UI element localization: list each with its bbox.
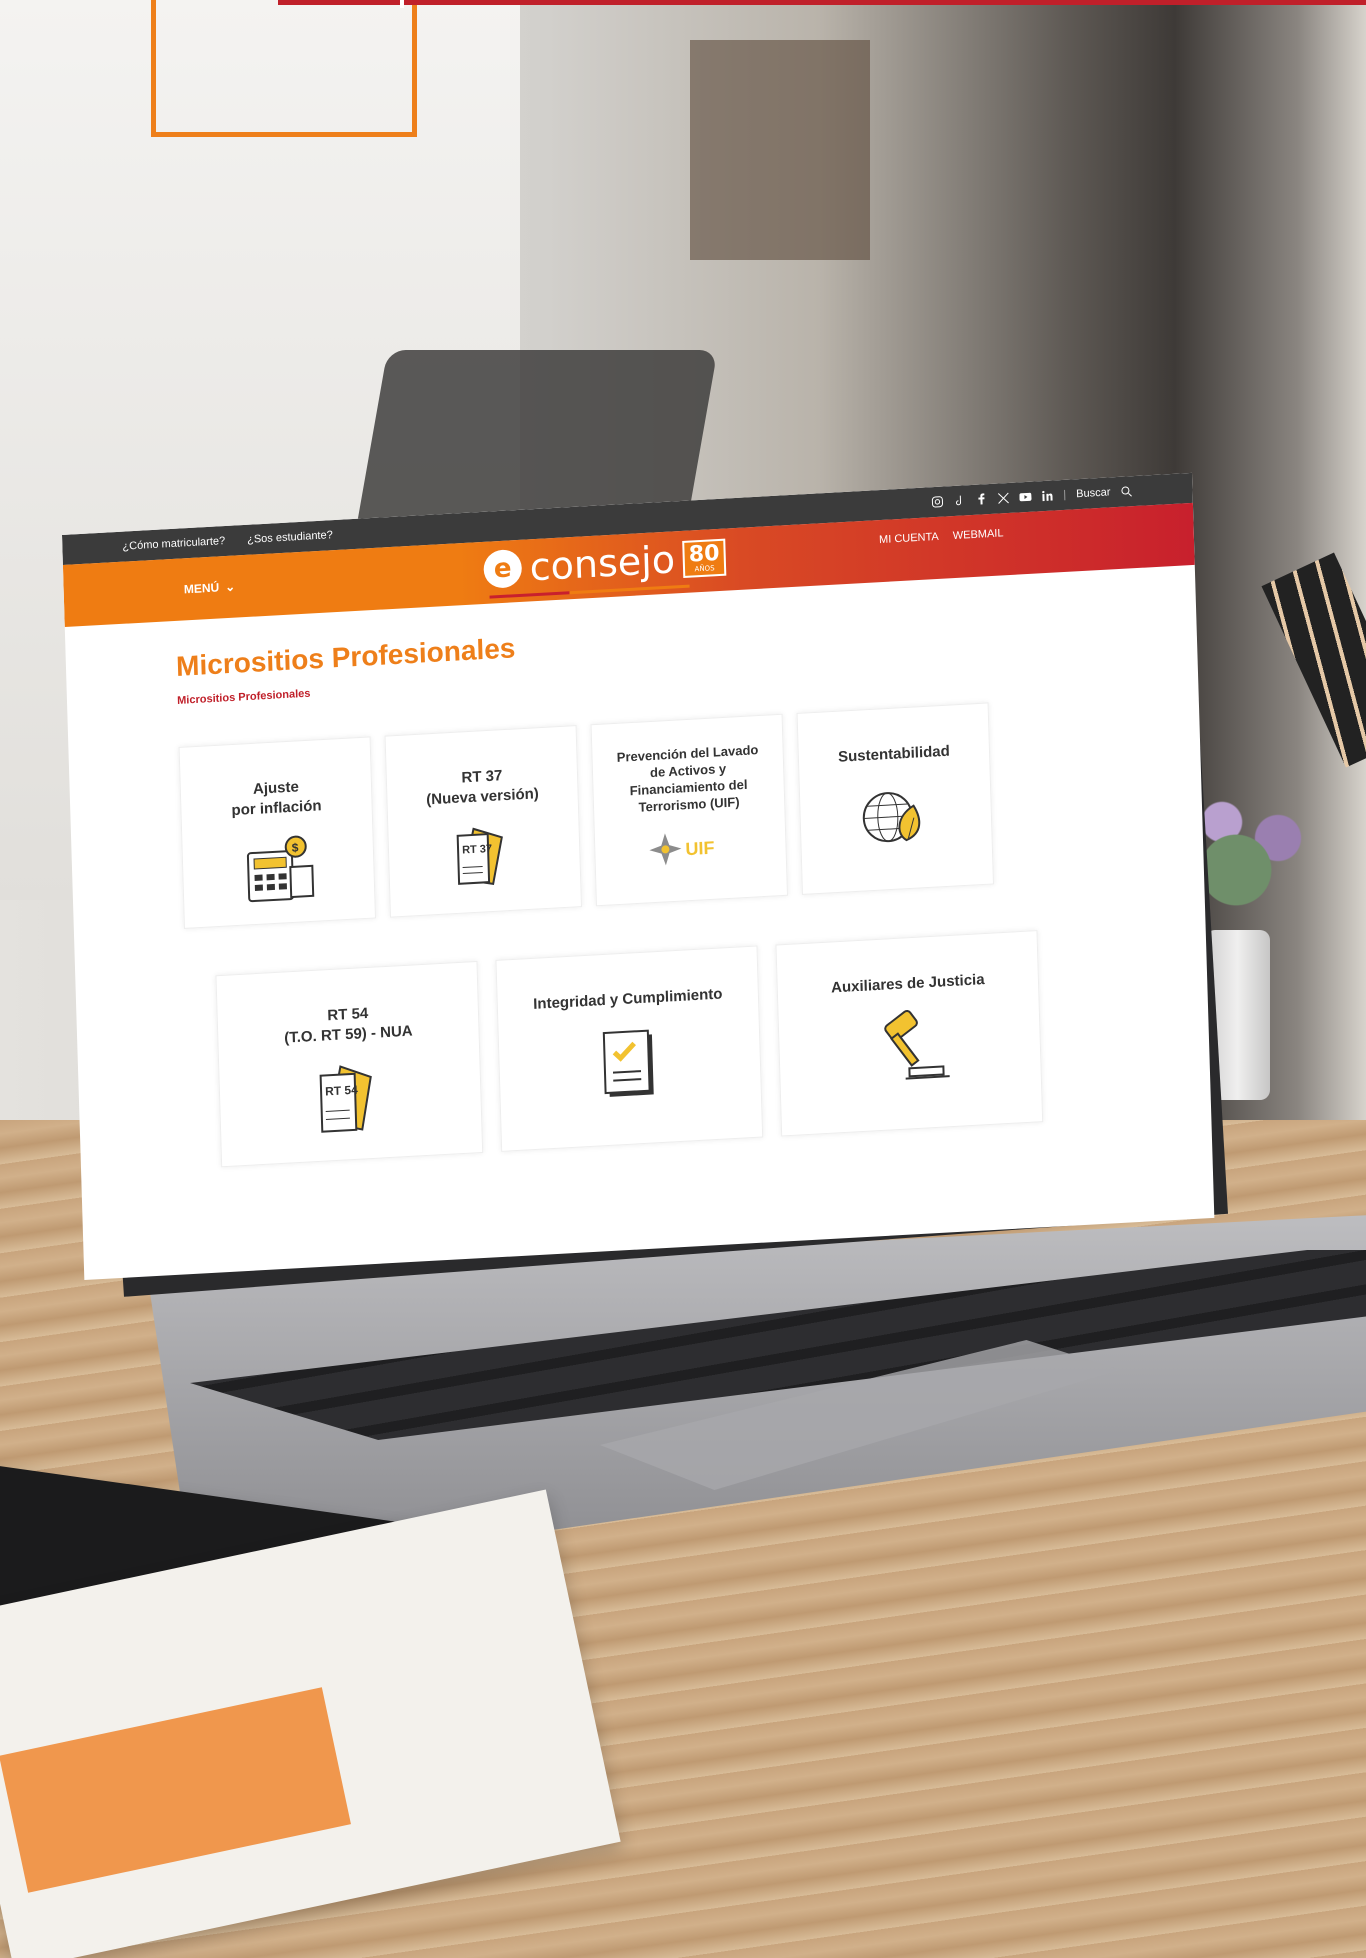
facebook-icon[interactable] <box>975 493 987 506</box>
topbar-link-estudiante[interactable]: ¿Sos estudiante? <box>247 529 333 546</box>
card-uif[interactable]: Prevención del Lavado de Activos y Finan… <box>590 713 788 907</box>
webmail-link[interactable]: WEBMAIL <box>953 527 1004 542</box>
card-label: Auxiliares de Justicia <box>831 970 985 998</box>
card-label-line: Auxiliares de Justicia <box>830 971 985 997</box>
topbar-divider: | <box>1063 488 1067 501</box>
card-label: RT 37 (Nueva versión) <box>425 764 539 809</box>
icon-text: RT 54 <box>325 1083 358 1099</box>
card-sustentabilidad[interactable]: Sustentabilidad <box>796 702 994 895</box>
x-icon[interactable] <box>997 492 1009 505</box>
linkedin-icon[interactable] <box>1041 490 1053 503</box>
card-label-line: Sustentabilidad <box>837 742 951 766</box>
consejo-mark-icon: e <box>483 548 523 589</box>
menu-button[interactable]: MENÚ ⌄ <box>184 580 236 597</box>
svg-text:$: $ <box>292 841 299 855</box>
card-label: Prevención del Lavado de Activos y Finan… <box>617 742 761 817</box>
orange-accent-box <box>151 0 417 137</box>
logo-text: consejo <box>529 537 676 590</box>
card-label: RT 54 (T.O. RT 59) - NUA <box>283 1002 413 1048</box>
notebook-rt37-icon: RT 37 <box>456 827 503 886</box>
menu-label: MENÚ <box>183 580 220 597</box>
instagram-icon[interactable] <box>931 496 943 509</box>
chevron-down-icon: ⌄ <box>224 579 236 595</box>
notebook-rt54-icon: RT 54 <box>319 1065 372 1133</box>
youtube-icon[interactable] <box>1019 491 1032 504</box>
site-logo[interactable]: e consejo 80 AÑOS <box>483 535 727 592</box>
card-rt54[interactable]: RT 54 (T.O. RT 59) - NUA RT 54 <box>215 960 484 1168</box>
topbar-link-matricular[interactable]: ¿Cómo matricularte? <box>122 535 225 553</box>
anniversary-badge: 80 AÑOS <box>682 538 727 578</box>
gavel-icon <box>884 1009 950 1080</box>
checklist-icon <box>602 1029 654 1097</box>
uif-star-icon: UIF <box>649 832 715 865</box>
topbar-right: | Buscar <box>931 485 1132 508</box>
page-content: Micrositios Profesionales Micrositios Pr… <box>65 565 1211 1175</box>
card-label: Ajuste por inflación <box>231 776 322 820</box>
account-links: MI CUENTA WEBMAIL <box>879 527 1004 546</box>
globe-leaf-icon <box>862 791 921 842</box>
search-label[interactable]: Buscar <box>1076 486 1111 500</box>
card-ajuste-inflacion[interactable]: Ajuste por inflación $ <box>178 736 376 929</box>
cards-row-2: RT 54 (T.O. RT 59) - NUA RT 54 Integrida… <box>185 927 1101 1169</box>
cards-row-1: Ajuste por inflación $ RT 37 (Nueva vers… <box>178 697 1094 929</box>
laptop-screen: ¿Cómo matricularte? ¿Sos estudiante? | B… <box>62 472 1215 1281</box>
card-label: Sustentabilidad <box>838 742 950 768</box>
card-label: Integridad y Cumplimiento <box>533 984 723 1014</box>
card-label-line: por inflación <box>231 796 322 819</box>
mi-cuenta-link[interactable]: MI CUENTA <box>879 531 939 546</box>
card-auxiliares-justicia[interactable]: Auxiliares de Justicia <box>775 930 1044 1137</box>
card-rt37[interactable]: RT 37 (Nueva versión) RT 37 <box>384 725 582 918</box>
icon-text: UIF <box>685 837 715 859</box>
background-frame <box>690 40 870 260</box>
photo-scene: ¿Cómo matricularte? ¿Sos estudiante? | B… <box>0 0 1366 1958</box>
card-integridad[interactable]: Integridad y Cumplimiento <box>495 945 764 1152</box>
red-accent-bar <box>278 0 1366 5</box>
calculator-icon: $ <box>246 835 315 903</box>
card-label-line: Integridad y Cumplimiento <box>532 985 723 1013</box>
tiktok-icon[interactable] <box>953 494 965 507</box>
badge-sub: AÑOS <box>694 563 715 573</box>
badge-number: 80 <box>688 540 720 568</box>
accent-tick <box>400 0 404 8</box>
icon-text: RT 37 <box>462 843 492 857</box>
search-icon[interactable] <box>1120 485 1132 498</box>
